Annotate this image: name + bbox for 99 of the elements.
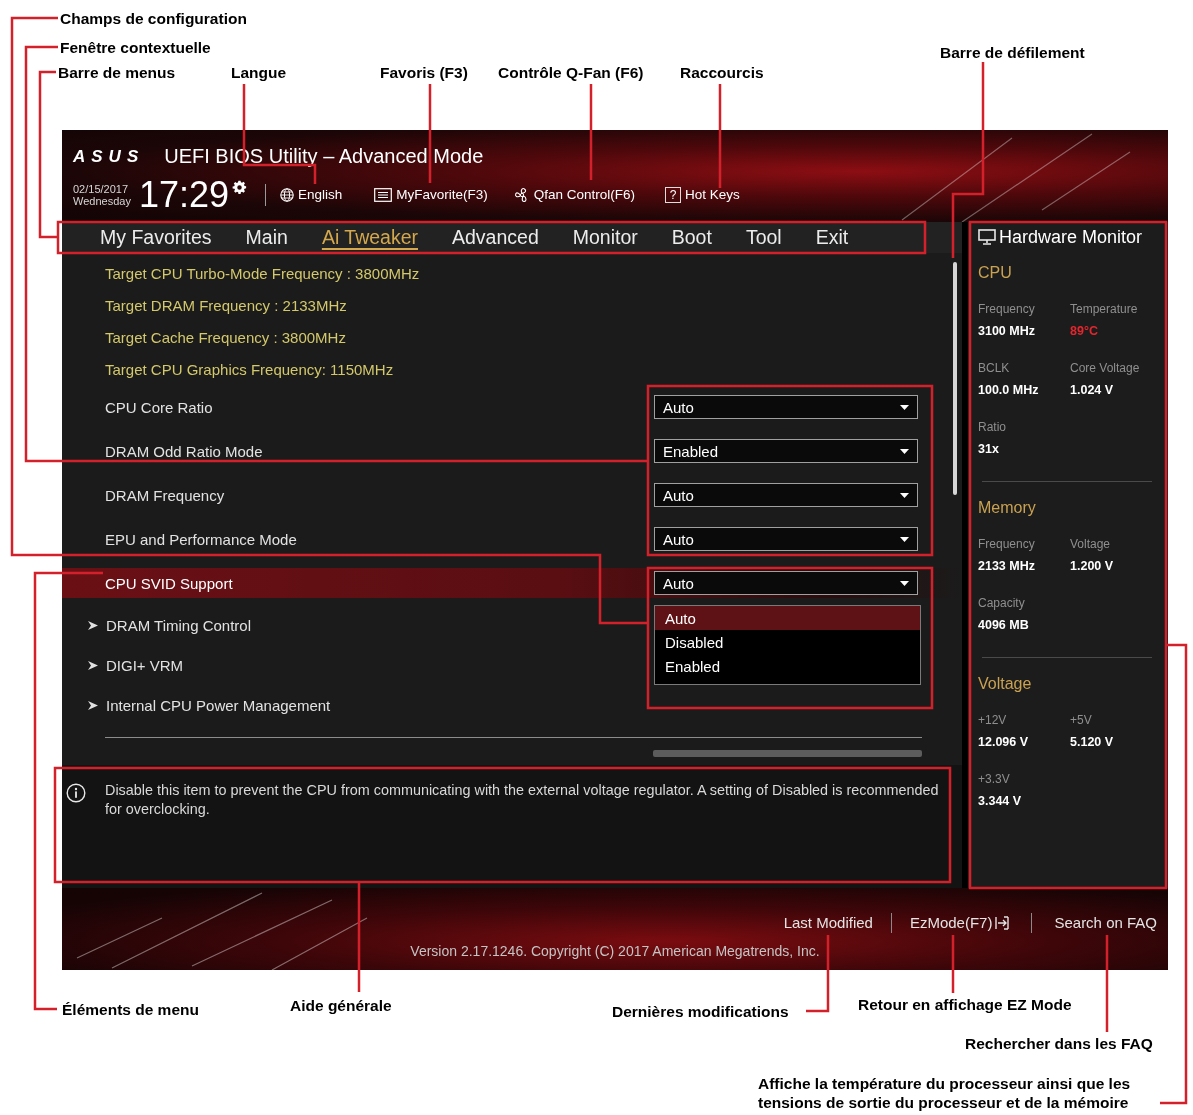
list-icon xyxy=(374,188,393,202)
dropdown-option[interactable]: Enabled xyxy=(655,654,920,678)
reading-label: Capacity xyxy=(978,596,1025,610)
settings-icon xyxy=(232,180,247,195)
menu-tab[interactable]: Boot xyxy=(671,227,712,248)
dropdown-option[interactable]: Disabled xyxy=(655,630,920,654)
menu-tab[interactable]: My Favorites xyxy=(100,227,212,248)
reading-label: BCLK xyxy=(978,361,1010,375)
submenu-item[interactable]: DIGI+ VRM xyxy=(88,657,184,673)
version-text: Version 2.17.1246. Copyright (C) 2017 American Megatrends, Inc. xyxy=(410,943,820,960)
reading-value: 1.024 V xyxy=(1070,382,1114,398)
submenu-item[interactable]: DRAM Timing Control xyxy=(88,617,252,633)
reading-label: Frequency xyxy=(978,302,1035,316)
fan-icon xyxy=(513,187,530,203)
arrow-icon xyxy=(88,660,98,670)
ez-mode-button[interactable]: EzMode(F7) xyxy=(909,913,1010,933)
reading-value: 5.120 V xyxy=(1070,734,1114,750)
scrollbar-thumb[interactable] xyxy=(953,262,957,495)
menu-tab[interactable]: Tool xyxy=(745,227,782,248)
callout-label: Fenêtre contextuelle xyxy=(60,38,211,57)
setting-label: DRAM Frequency xyxy=(105,487,225,503)
dropdown-select[interactable]: Enabled xyxy=(654,439,918,463)
setting-label: CPU SVID Support xyxy=(105,575,233,591)
menu-tab[interactable]: Advanced xyxy=(452,227,539,248)
setting-label: CPU Core Ratio xyxy=(105,399,213,415)
callout-label: Contrôle Q-Fan (F6) xyxy=(498,63,644,82)
reading-label: Temperature xyxy=(1070,302,1138,316)
search-faq-button[interactable]: Search on FAQ xyxy=(1054,913,1157,933)
reading-value: 3100 MHz xyxy=(978,323,1035,339)
menu-tab[interactable]: Ai Tweaker xyxy=(321,227,418,248)
callout-label: Champs de configuration xyxy=(60,9,247,28)
favorites-button[interactable]: MyFavorite(F3) xyxy=(374,188,488,202)
monitor-icon xyxy=(978,229,996,245)
info-text: Target CPU Graphics Frequency: 1150MHz xyxy=(105,361,394,377)
globe-icon xyxy=(280,188,294,202)
info-text: Target Cache Frequency : 3800MHz xyxy=(105,329,346,345)
reading-value: 12.096 V xyxy=(978,734,1029,750)
brand-logo: ASUS xyxy=(73,147,145,165)
reading-value: 31x xyxy=(978,441,999,457)
reading-value: 89°C xyxy=(1070,323,1098,339)
dropdown-option[interactable]: Auto xyxy=(655,606,920,630)
setting-label: DRAM Odd Ratio Mode xyxy=(105,443,263,459)
callout-label: Favoris (F3) xyxy=(380,63,468,82)
caret-down-icon xyxy=(900,492,909,498)
dropdown-select[interactable]: Auto xyxy=(654,483,918,507)
caret-down-icon xyxy=(900,580,909,586)
callout-label: Affiche la température du processeur ainsi que les tensions de sortie du processeur et de la mémoire xyxy=(758,1074,1132,1112)
reading-label: Voltage xyxy=(1070,537,1111,551)
exit-icon xyxy=(995,916,1010,930)
weekday-text: Wednesday xyxy=(73,195,131,207)
arrow-icon xyxy=(88,620,98,630)
reading-value: 4096 MB xyxy=(978,617,1029,633)
callout-label: Langue xyxy=(231,63,287,82)
last-modified-button[interactable]: Last Modified xyxy=(783,913,873,933)
arrow-icon xyxy=(88,700,98,710)
menu-tab[interactable]: Monitor xyxy=(572,227,638,248)
callout-label: Barre de défilement xyxy=(940,43,1085,62)
callout-label: Raccourcis xyxy=(680,63,764,82)
caret-down-icon xyxy=(900,448,909,454)
callout-label: Rechercher dans les FAQ xyxy=(965,1034,1153,1053)
language-button[interactable]: English xyxy=(280,188,343,202)
reading-label: Frequency xyxy=(978,537,1035,551)
qfan-button[interactable]: Qfan Control(F6) xyxy=(513,187,636,203)
reading-label: Core Voltage xyxy=(1070,361,1140,375)
submenu-item[interactable]: Internal CPU Power Management xyxy=(88,697,331,713)
caret-down-icon xyxy=(900,536,909,542)
reading-label: +12V xyxy=(978,713,1007,727)
reading-value: 1.200 V xyxy=(1070,558,1114,574)
monitor-title: Hardware Monitor xyxy=(999,228,1143,246)
reading-value: 3.344 V xyxy=(978,793,1022,809)
menu-tab[interactable]: Main xyxy=(245,227,288,248)
date-text: 02/15/2017 xyxy=(73,183,129,195)
setting-label: EPU and Performance Mode xyxy=(105,531,297,547)
section-heading: CPU xyxy=(978,263,1012,283)
clock-time: 17:29 xyxy=(138,177,229,213)
callout-label: Retour en affichage EZ Mode xyxy=(858,995,1072,1014)
reading-value: 100.0 MHz xyxy=(978,382,1039,398)
reading-label: Ratio xyxy=(978,420,1006,434)
section-heading: Memory xyxy=(978,498,1036,518)
callout-label: Dernières modifications xyxy=(612,1002,789,1021)
info-text: Target DRAM Frequency : 2133MHz xyxy=(105,297,347,313)
callout-label: Aide générale xyxy=(290,996,392,1015)
hot-keys-button[interactable]: ? Hot Keys xyxy=(665,187,740,203)
callout-label: Éléments de menu xyxy=(62,1000,199,1019)
help-text: Disable this item to prevent the CPU from communicating with the external voltage regulator. A setting of Disabled is recommended for overclocking. xyxy=(105,781,940,819)
reading-value: 2133 MHz xyxy=(978,558,1035,574)
reading-label: +5V xyxy=(1070,713,1092,727)
info-text: Target CPU Turbo-Mode Frequency : 3800MHz xyxy=(105,265,420,281)
help-icon: ? xyxy=(665,187,682,203)
section-heading: Voltage xyxy=(978,674,1032,694)
dropdown-select[interactable]: Auto xyxy=(654,395,918,419)
dropdown-select[interactable]: Auto xyxy=(654,571,918,595)
dropdown-select[interactable]: Auto xyxy=(654,527,918,551)
caret-down-icon xyxy=(900,404,909,410)
menu-tab[interactable]: Exit xyxy=(815,227,849,248)
info-icon xyxy=(66,783,86,803)
reading-label: +3.3V xyxy=(978,772,1010,786)
leader-line xyxy=(951,935,955,993)
callout-label: Barre de menus xyxy=(58,63,176,82)
